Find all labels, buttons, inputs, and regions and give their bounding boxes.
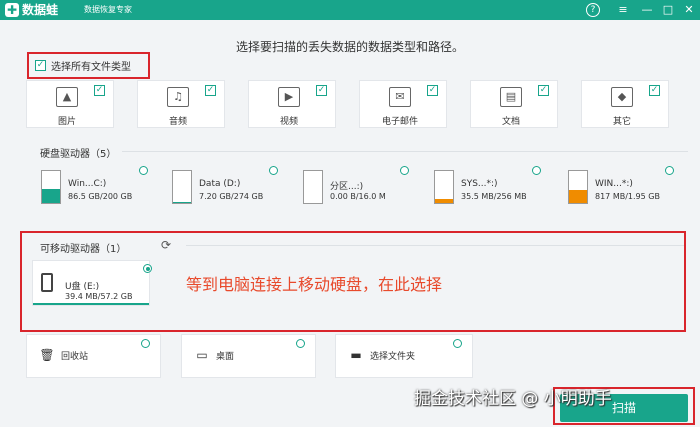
file-type-image[interactable]: ▲ 图片 ✓ — [26, 80, 114, 128]
location-radio[interactable] — [453, 339, 462, 348]
drive-d[interactable]: Data (D:) 7.20 GB/274 GB — [157, 162, 278, 210]
drive-size: 86.5 GB/200 GB — [68, 192, 133, 201]
drive-icon — [41, 170, 61, 204]
location-label: 回收站 — [61, 352, 89, 362]
help-icon[interactable]: ? — [586, 3, 600, 17]
drive-icon — [568, 170, 588, 204]
drive-radio[interactable] — [532, 166, 541, 175]
drive-radio[interactable] — [665, 166, 674, 175]
drive-icon — [434, 170, 454, 204]
drive-icon — [172, 170, 192, 204]
drive-size: 0.00 B/16.0 M — [330, 192, 386, 201]
drive-win[interactable]: WIN...*:) 817 MB/1.95 GB — [553, 162, 674, 210]
desktop-icon: ▭ — [196, 348, 208, 362]
drive-name: SYS...*:) — [461, 179, 498, 189]
section-divider — [122, 151, 688, 152]
menu-icon[interactable]: ≡ — [613, 1, 633, 19]
drive-radio[interactable] — [269, 166, 278, 175]
document-icon: ▤ — [500, 87, 522, 107]
checkbox-checked-icon[interactable]: ✓ — [649, 85, 660, 96]
file-type-label: 音频 — [168, 117, 187, 127]
file-type-label: 文档 — [501, 117, 520, 127]
drive-usage-fill — [173, 202, 191, 203]
location-select-folder[interactable]: ▬ 选择文件夹 — [335, 334, 473, 378]
maximize-icon[interactable]: □ — [658, 1, 678, 19]
drive-name: Win...C:) — [68, 179, 107, 189]
drive-size: 7.20 GB/274 GB — [199, 192, 264, 201]
drive-sys[interactable]: SYS...*:) 35.5 MB/256 MB — [419, 162, 541, 210]
watermark: 掘金技术社区 @ 小明助手 — [414, 389, 612, 409]
drive-radio[interactable] — [139, 166, 148, 175]
trash-icon: 🗑 — [39, 348, 55, 362]
email-icon: ✉ — [389, 87, 411, 107]
location-label: 桌面 — [216, 352, 235, 362]
drive-usage-fill — [42, 189, 60, 203]
highlight-box-removable — [20, 231, 686, 332]
app-tagline: 数据恢复专家 — [84, 5, 132, 14]
location-desktop[interactable]: ▭ 桌面 — [181, 334, 316, 378]
location-radio[interactable] — [141, 339, 150, 348]
file-type-grid: ▲ 图片 ✓ ♫ 音频 ✓ ▶ 视频 ✓ ✉ 电子邮件 ✓ ▤ 文档 ✓ ◆ 其… — [0, 80, 700, 130]
video-icon: ▶ — [278, 87, 300, 107]
file-type-document[interactable]: ▤ 文档 ✓ — [470, 80, 558, 128]
drive-radio[interactable] — [400, 166, 409, 175]
file-type-label: 电子邮件 — [381, 117, 418, 127]
location-recycle-bin[interactable]: 🗑 回收站 — [26, 334, 161, 378]
checkbox-checked-icon[interactable]: ✓ — [205, 85, 216, 96]
other-icon: ◆ — [611, 87, 633, 107]
checkbox-checked-icon[interactable]: ✓ — [427, 85, 438, 96]
drive-partition[interactable]: 分区...:) 0.00 B/16.0 M — [288, 162, 409, 210]
drive-name: WIN...*:) — [595, 179, 633, 189]
drive-usage-fill — [569, 189, 587, 203]
image-icon: ▲ — [56, 87, 78, 107]
drive-icon — [303, 170, 323, 204]
file-type-label: 图片 — [57, 117, 76, 127]
file-type-audio[interactable]: ♫ 音频 ✓ — [137, 80, 225, 128]
location-radio[interactable] — [296, 339, 305, 348]
music-icon: ♫ — [167, 87, 189, 107]
drive-usage-fill — [435, 198, 453, 203]
file-type-other[interactable]: ◆ 其它 ✓ — [581, 80, 669, 128]
logo-cross-icon: ✚ — [5, 3, 19, 17]
location-label: 选择文件夹 — [370, 352, 416, 362]
close-icon[interactable]: ✕ — [679, 1, 699, 19]
file-type-email[interactable]: ✉ 电子邮件 ✓ — [359, 80, 447, 128]
folder-icon: ▬ — [350, 348, 362, 362]
drive-name: Data (D:) — [199, 179, 241, 189]
drive-name: 分区...:) — [330, 182, 364, 192]
file-type-label: 视频 — [279, 117, 298, 127]
file-type-label: 其它 — [612, 117, 631, 127]
drive-size: 817 MB/1.95 GB — [595, 192, 660, 201]
app-logo: ✚ 数据蛙 — [5, 2, 58, 18]
app-logo-text: 数据蛙 — [22, 3, 59, 17]
checkbox-checked-icon[interactable]: ✓ — [538, 85, 549, 96]
drive-c[interactable]: Win...C:) 86.5 GB/200 GB — [26, 162, 148, 210]
file-type-video[interactable]: ▶ 视频 ✓ — [248, 80, 336, 128]
highlight-box-select-all — [27, 52, 150, 79]
minimize-icon[interactable]: — — [637, 1, 657, 19]
checkbox-checked-icon[interactable]: ✓ — [316, 85, 327, 96]
title-bar: ✚ 数据蛙 数据恢复专家 ? ≡ — □ ✕ — [0, 0, 700, 20]
checkbox-checked-icon[interactable]: ✓ — [94, 85, 105, 96]
drive-size: 35.5 MB/256 MB — [461, 192, 527, 201]
hard-drives-label: 硬盘驱动器（5） — [40, 149, 117, 160]
